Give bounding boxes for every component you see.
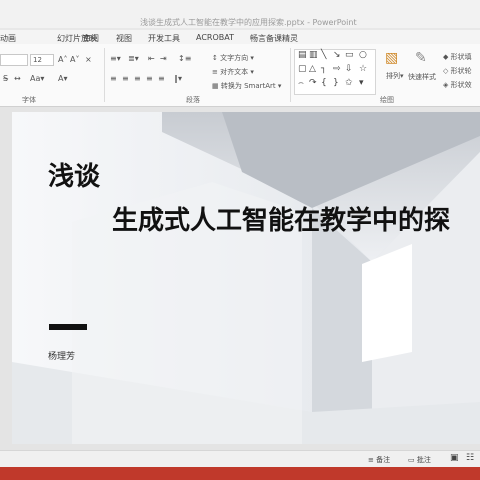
comments-label: 批注 (416, 456, 431, 464)
star-shape-icon[interactable]: ☆ (359, 64, 367, 74)
strikethrough-icon[interactable]: S̶ (3, 74, 8, 83)
comments-button[interactable]: ▭ 批注 (408, 455, 431, 465)
shrink-font-icon[interactable]: A˅ (70, 55, 79, 64)
columns-icon[interactable]: ‖▾ (174, 74, 182, 83)
tab-animations[interactable]: 动画 (0, 33, 16, 44)
bullets-icon[interactable]: ≡▾ (110, 54, 121, 63)
quick-styles-label: 快速样式 (408, 73, 436, 81)
status-bar: ≡ 备注 ▭ 批注 ▣ ☷ (0, 450, 480, 467)
tab-changyan[interactable]: 畅言备课精灵 (250, 33, 298, 44)
font-family-box[interactable] (0, 54, 28, 66)
title-bar: 浅谈生成式人工智能在教学中的应用探索.pptx - PowerPoint (0, 0, 480, 28)
group-separator (104, 48, 105, 102)
star-small-shape-icon[interactable]: ✩ (345, 78, 353, 88)
shape-fill-button[interactable]: ◆ 形状填 (443, 52, 472, 62)
shape-effects-button[interactable]: ◈ 形状效 (443, 80, 472, 90)
quick-styles-button[interactable]: 快速样式 (408, 72, 436, 82)
align-text-button[interactable]: ≡ 对齐文本 ▾ (212, 67, 254, 77)
text-direction-label: 文字方向 (220, 54, 249, 62)
quick-styles-icon: ✎ (415, 50, 427, 66)
font-size-value: 12 (33, 56, 42, 64)
corner-shape-icon[interactable]: ┐ (321, 64, 326, 74)
group-label-drawing: 绘图 (380, 96, 394, 104)
change-case-icon[interactable]: Aa▾ (30, 74, 44, 83)
arrange-button[interactable]: 排列▾ (386, 71, 404, 81)
justify-icon[interactable]: ≡ (146, 74, 153, 83)
ribbon-tabs: 动画 幻灯片放映 审阅 视图 开发工具 ACROBAT 畅言备课精灵 (0, 30, 480, 44)
group-label-paragraph: 段落 (186, 96, 200, 104)
rectangle-shape-icon[interactable]: ▭ (345, 50, 354, 60)
powerpoint-window: 浅谈生成式人工智能在教学中的应用探索.pptx - PowerPoint 动画 … (0, 0, 480, 480)
more-shapes-icon[interactable]: ▾ (359, 78, 364, 88)
textbox-shape-icon[interactable]: ▤ (298, 50, 307, 60)
arrange-label: 排列 (386, 72, 400, 80)
decrease-indent-icon[interactable]: ⇤ (148, 54, 155, 63)
align-right-icon[interactable]: ≡ (134, 74, 141, 83)
slide-editing-area: 浅谈 生成式人工智能在教学中的探 杨理芳 (0, 107, 480, 450)
notes-button[interactable]: ≡ 备注 (368, 455, 390, 465)
group-label-font: 字体 (22, 96, 36, 104)
group-separator (290, 48, 291, 102)
convert-smartart-label: 转换为 SmartArt (220, 82, 276, 90)
bent-arrow-shape-icon[interactable]: ↷ (309, 78, 317, 88)
ribbon: 12 A˄ A˅ ⨯ S̶ ↔ Aa▾ A▾ 字体 ≡▾ ≣▾ ⇤ ⇥ ↕≡ ≡… (0, 44, 480, 107)
shape-fill-label: 形状填 (450, 53, 472, 61)
text-direction-button[interactable]: ↕ 文字方向 ▾ (212, 53, 254, 63)
shape-outline-button[interactable]: ◇ 形状轮 (443, 66, 472, 76)
char-spacing-icon[interactable]: ↔ (14, 74, 21, 83)
font-size-box[interactable]: 12 (30, 54, 54, 66)
notes-label: 备注 (376, 456, 391, 464)
distribute-icon[interactable]: ≡ (158, 74, 165, 83)
numbering-icon[interactable]: ≣▾ (128, 54, 139, 63)
brace-right-shape-icon[interactable]: } (333, 78, 339, 88)
arrange-icon: ▧ (385, 50, 399, 66)
shape-outline-label: 形状轮 (450, 67, 472, 75)
shape-gallery[interactable]: ▤ ▥ ╲ ↘ ▭ ○ ▢ △ ┐ ⇨ ⇩ ☆ ⌢ ↷ { } ✩ ▾ (294, 49, 376, 95)
window-title: 浅谈生成式人工智能在教学中的应用探索.pptx - PowerPoint (140, 18, 357, 27)
tab-review[interactable]: 审阅 (83, 33, 99, 44)
line-spacing-icon[interactable]: ↕≡ (178, 54, 191, 63)
slide-author[interactable]: 杨理芳 (48, 349, 75, 362)
right-arrow-shape-icon[interactable]: ⇨ (333, 64, 341, 74)
line-shape-icon[interactable]: ╲ (321, 50, 326, 60)
normal-view-icon[interactable]: ▣ (450, 453, 459, 463)
arrow-line-shape-icon[interactable]: ↘ (333, 50, 341, 60)
shape-effects-label: 形状效 (450, 81, 472, 89)
brace-shape-icon[interactable]: { (321, 78, 327, 88)
increase-indent-icon[interactable]: ⇥ (160, 54, 167, 63)
font-color-icon[interactable]: A▾ (58, 74, 68, 83)
convert-smartart-button[interactable]: ▦ 转换为 SmartArt ▾ (212, 81, 281, 91)
tab-developer[interactable]: 开发工具 (148, 33, 180, 44)
align-text-label: 对齐文本 (220, 68, 249, 76)
tab-acrobat[interactable]: ACROBAT (196, 33, 234, 42)
textbox-vertical-shape-icon[interactable]: ▥ (309, 50, 318, 60)
oval-shape-icon[interactable]: ○ (359, 50, 367, 60)
triangle-shape-icon[interactable]: △ (309, 64, 316, 74)
slide-canvas[interactable]: 浅谈 生成式人工智能在教学中的探 杨理芳 (12, 112, 480, 444)
clear-format-icon[interactable]: ⨯ (85, 55, 92, 64)
tab-view[interactable]: 视图 (116, 33, 132, 44)
grow-font-icon[interactable]: A˄ (58, 55, 67, 64)
curve-shape-icon[interactable]: ⌢ (298, 78, 304, 88)
align-center-icon[interactable]: ≡ (122, 74, 129, 83)
taskbar-strip (0, 467, 480, 480)
slide-title-line1[interactable]: 浅谈 (48, 156, 100, 193)
slide-accent-bar (49, 324, 87, 330)
down-arrow-shape-icon[interactable]: ⇩ (345, 64, 353, 74)
slide-sorter-icon[interactable]: ☷ (466, 453, 474, 463)
slide-title-line2[interactable]: 生成式人工智能在教学中的探 (112, 200, 450, 237)
align-left-icon[interactable]: ≡ (110, 74, 117, 83)
rounded-rect-shape-icon[interactable]: ▢ (298, 64, 307, 74)
